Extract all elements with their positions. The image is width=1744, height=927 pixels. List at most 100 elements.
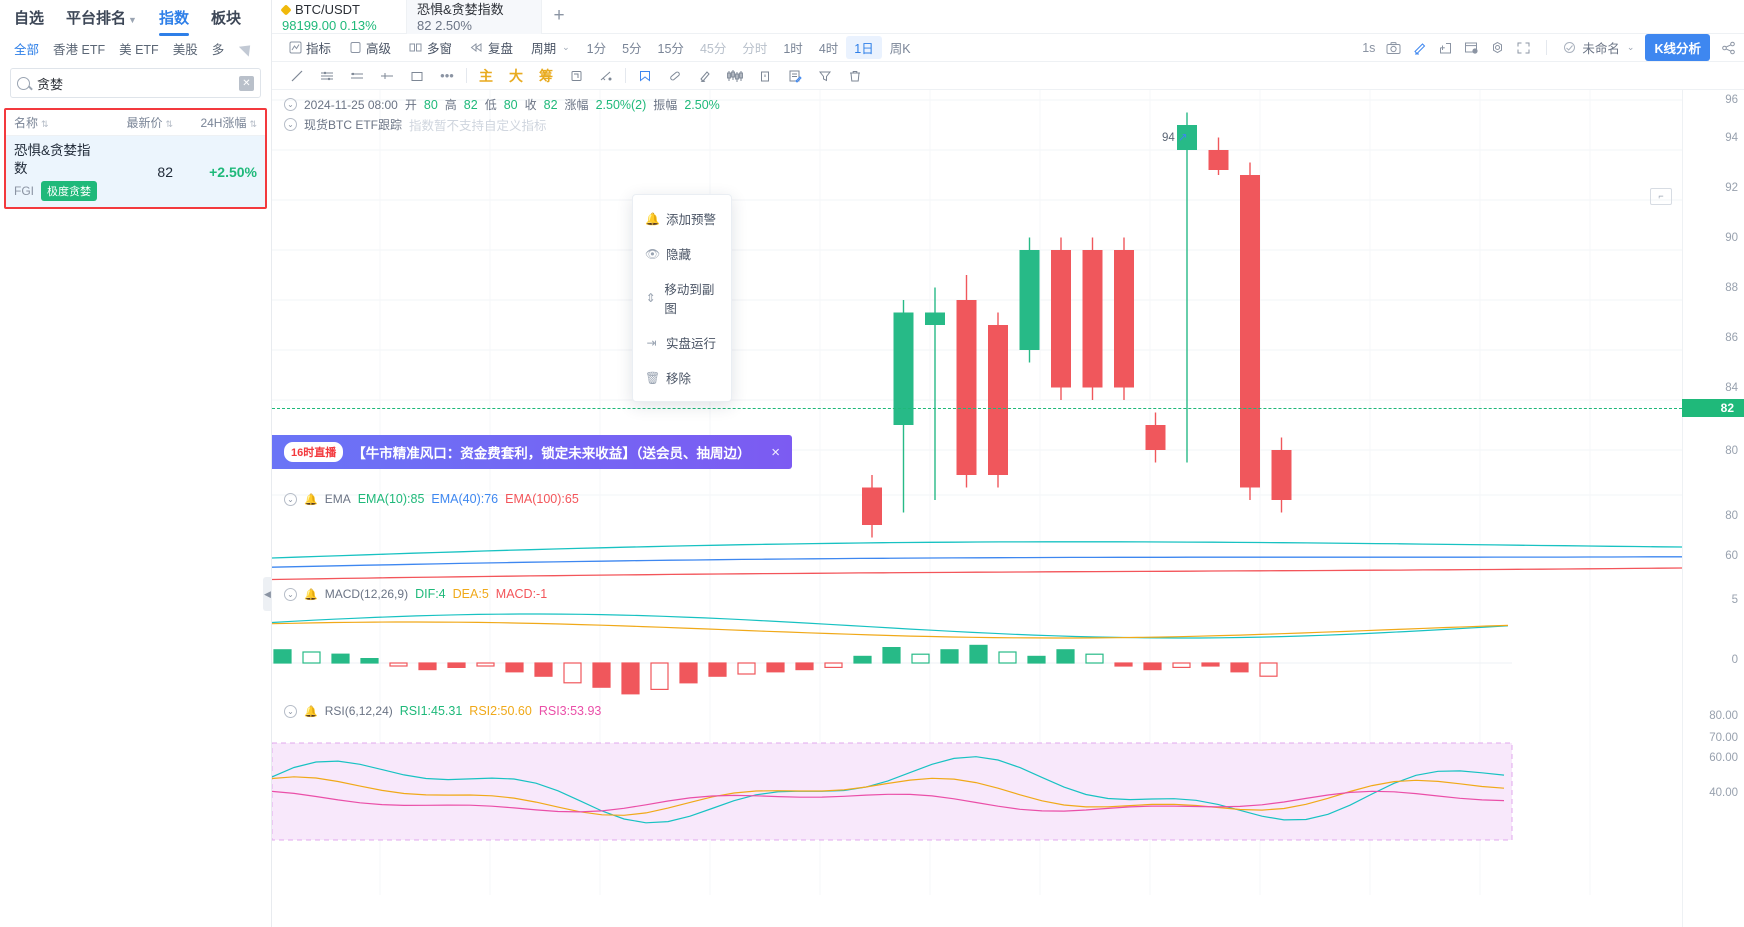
menu-item-remove[interactable]: 🗑 移除 xyxy=(633,360,731,395)
collapse-icon[interactable]: ⌄ xyxy=(284,98,297,111)
period-timeshare[interactable]: 分时 xyxy=(734,38,775,57)
add-symbol-tab-button[interactable]: + xyxy=(542,0,576,32)
rsi-y-tick: 70.00 xyxy=(1709,732,1738,744)
bell-icon[interactable]: 🔔 xyxy=(304,493,318,506)
sidebar-tab-ranking[interactable]: 平台排名 ▼ xyxy=(66,7,137,28)
period-1m[interactable]: 1分 xyxy=(579,38,614,57)
measure-icon[interactable] xyxy=(591,64,621,88)
ohlc-open-label: 开 xyxy=(404,98,417,112)
gear-icon[interactable] xyxy=(1490,41,1505,55)
period-1d[interactable]: 1日 xyxy=(846,36,882,59)
symbol-tab-fear-greed[interactable]: 恐惧&贪婪指数 82 2.50% xyxy=(407,0,542,34)
period-45m[interactable]: 45分 xyxy=(692,38,734,57)
multiwindow-button[interactable]: 多窗 xyxy=(400,38,461,57)
promo-banner[interactable]: 16时直播 【牛市精准风口：资金费套利，锁定未来收益】（送会员、抽周边） × xyxy=(272,435,792,469)
menu-item-live-run[interactable]: ⇥ 实盘运行 xyxy=(633,325,731,360)
chevron-down-icon: ⌄ xyxy=(1626,42,1635,52)
bell-icon[interactable]: 🔔 xyxy=(304,705,318,718)
ohlc-low-value: 80 xyxy=(503,97,518,112)
period-4h[interactable]: 4时 xyxy=(811,38,846,57)
collapse-icon[interactable]: ⌄ xyxy=(284,492,297,506)
add-panel-icon[interactable] xyxy=(1438,41,1453,55)
subnav-item-all[interactable]: 全部 xyxy=(14,39,39,58)
search-input[interactable] xyxy=(37,75,239,91)
trendline-icon[interactable] xyxy=(282,64,312,88)
resize-handle-icon[interactable] xyxy=(239,39,256,57)
layout-name-dropdown[interactable]: 未命名 ⌄ xyxy=(1562,38,1634,57)
share-icon[interactable] xyxy=(1721,41,1736,55)
rsi1-value: RSI1:45.31 xyxy=(399,704,463,718)
subnav-item-us-stock[interactable]: 美股 xyxy=(173,39,198,58)
results-table-header: 名称 ⇅ 最新价 ⇅ 24H涨幅 ⇅ xyxy=(6,110,265,136)
run-icon: ⇥ xyxy=(646,335,657,350)
chart-canvas[interactable]: ◀ ⌄ 2024-11-25 08:00 开 80 高 82 低 80 收 82 涨幅 2… xyxy=(263,90,1744,927)
filter-icon[interactable] xyxy=(810,64,840,88)
column-header-change[interactable]: 24H涨幅 ⇅ xyxy=(173,114,257,131)
bell-icon[interactable]: 🔔 xyxy=(304,588,318,601)
chart-plot[interactable] xyxy=(272,90,1682,927)
symbol-tab-btc-usdt[interactable]: BTC/USDT 98199.00 0.13% xyxy=(272,0,407,34)
chart-expand-button[interactable]: ⌐ xyxy=(1650,188,1672,205)
more-icon[interactable]: ••• xyxy=(432,64,462,88)
fullscreen-icon[interactable] xyxy=(1516,41,1531,55)
subnav-item-more[interactable]: 多 xyxy=(212,39,225,58)
camera-icon[interactable] xyxy=(1386,41,1401,55)
sidebar-tab-index[interactable]: 指数 xyxy=(158,7,189,36)
sidebar-tab-label: 板块 xyxy=(210,9,241,27)
macd-value: MACD:-1 xyxy=(495,587,548,601)
rectangle-icon[interactable] xyxy=(402,64,432,88)
menu-item-hide[interactable]: 👁 隐藏 xyxy=(633,236,731,271)
column-header-name[interactable]: 名称 ⇅ xyxy=(14,114,101,131)
period-dropdown[interactable]: 周期 ⌄ xyxy=(522,38,579,57)
column-header-price[interactable]: 最新价 ⇅ xyxy=(101,114,173,131)
replay-button[interactable]: 复盘 xyxy=(461,38,522,57)
lock-icon[interactable] xyxy=(750,64,780,88)
rsi-y-tick: 40.00 xyxy=(1709,787,1738,799)
large-order-toggle[interactable]: 大 xyxy=(501,64,531,88)
period-15m[interactable]: 15分 xyxy=(650,38,692,57)
collapse-icon[interactable]: ⌄ xyxy=(284,704,297,718)
period-5m[interactable]: 5分 xyxy=(614,38,649,57)
crosshair-icon[interactable] xyxy=(372,64,402,88)
y-tick: 90 xyxy=(1725,232,1738,244)
shape-icon[interactable] xyxy=(630,64,660,88)
macd-y-tick: 5 xyxy=(1731,594,1738,606)
search-box[interactable]: ✕ xyxy=(10,68,261,98)
rsi-name: RSI(6,12,24) xyxy=(324,704,393,718)
subnav-item-hk-etf[interactable]: 香港 ETF xyxy=(53,39,105,58)
parallel-channel-icon[interactable] xyxy=(312,64,342,88)
kline-analysis-button[interactable]: K线分析 xyxy=(1645,34,1710,61)
menu-item-add-alert[interactable]: 🔔 添加预警 xyxy=(633,201,731,236)
price-axis[interactable]: 96 94 92 90 88 86 84 82 80 80 60 5 0 80.… xyxy=(1682,90,1744,927)
symbol-tab-change: 0.13% xyxy=(339,18,377,33)
main-chart-toggle[interactable]: 主 xyxy=(471,64,501,88)
y-tick: 96 xyxy=(1725,94,1738,106)
clear-search-button[interactable]: ✕ xyxy=(239,75,254,91)
subnav-item-us-etf[interactable]: 美 ETF xyxy=(119,39,159,58)
ruler-icon[interactable] xyxy=(660,64,690,88)
period-1h[interactable]: 1时 xyxy=(775,38,810,57)
sidebar-tab-sector[interactable]: 板块 xyxy=(211,7,241,28)
trash-icon[interactable] xyxy=(840,64,870,88)
settings-panel-icon[interactable] xyxy=(1464,41,1479,55)
period-1w[interactable]: 周K xyxy=(882,38,919,57)
sidebar-collapse-handle[interactable]: ◀ xyxy=(263,577,272,611)
refresh-rate-label[interactable]: 1s xyxy=(1362,41,1375,55)
indicator-button[interactable]: 指标 xyxy=(280,38,340,57)
table-row[interactable]: 恐惧&贪婪指数 FGI 极度贪婪 82 +2.50% xyxy=(6,136,265,207)
chip-distribution-toggle[interactable]: 筹 xyxy=(531,64,561,88)
close-icon[interactable]: × xyxy=(771,444,780,461)
bars-pattern-icon[interactable] xyxy=(720,64,750,88)
advanced-button[interactable]: 高级 xyxy=(340,38,400,57)
brush-icon[interactable] xyxy=(690,64,720,88)
menu-item-move-to-subchart[interactable]: ⇕ 移动到副图 xyxy=(633,271,731,325)
ohlc-change-label: 涨幅 xyxy=(564,98,589,112)
pencil-icon[interactable] xyxy=(1412,41,1427,55)
sidebar-tab-zixuan[interactable]: 自选 xyxy=(14,7,44,28)
bell-icon: 🔔 xyxy=(645,211,660,226)
horizontal-ray-icon[interactable] xyxy=(342,64,372,88)
magnet-icon[interactable] xyxy=(561,64,591,88)
collapse-icon[interactable]: ⌄ xyxy=(284,587,297,601)
collapse-icon[interactable]: ⌄ xyxy=(284,118,297,131)
notes-icon[interactable] xyxy=(780,64,810,88)
